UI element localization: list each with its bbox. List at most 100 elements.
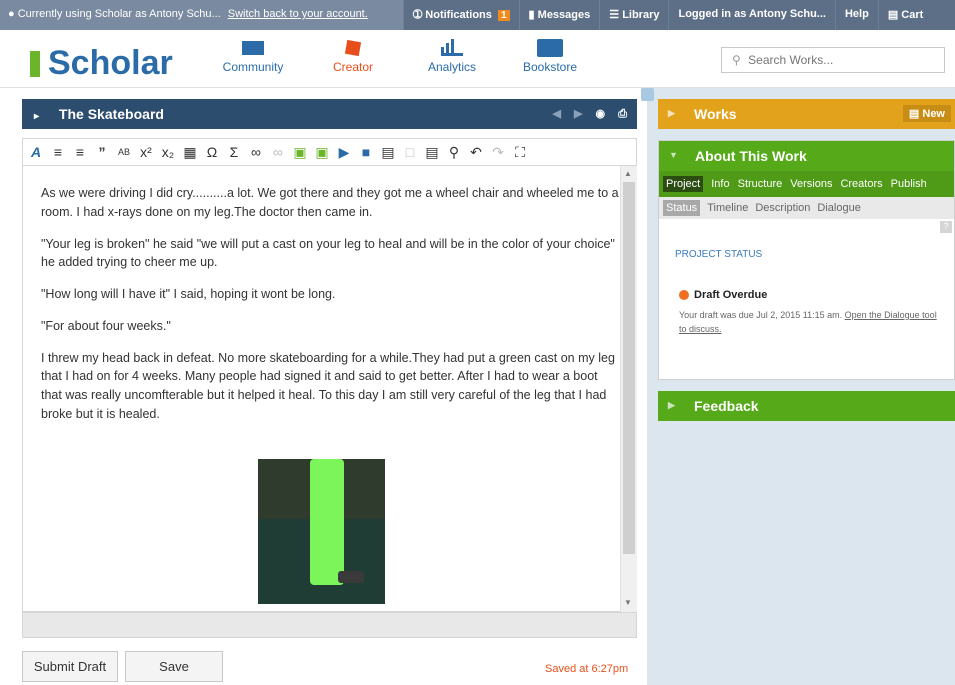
- audio-icon[interactable]: ▶: [337, 144, 351, 161]
- feedback-title: Feedback: [694, 398, 759, 414]
- nav-analytics-label: Analytics: [427, 60, 477, 74]
- nav-creator[interactable]: Creator: [308, 36, 398, 74]
- document-icon[interactable]: ■: [359, 144, 373, 160]
- photo-sandal: [338, 571, 364, 583]
- paragraph: "Your leg is broken" he said "we will pu…: [41, 236, 615, 270]
- blockquote-icon[interactable]: ”: [95, 144, 109, 160]
- tab-publish[interactable]: Publish: [891, 178, 927, 190]
- save-button[interactable]: Save: [125, 651, 223, 682]
- feedback-header[interactable]: ▶ Feedback: [658, 391, 955, 421]
- numbered-list-icon[interactable]: ≡: [51, 144, 65, 160]
- about-primary-tabs: Project Info Structure Versions Creators…: [659, 171, 954, 197]
- logo-mark: [30, 50, 40, 77]
- tab-structure[interactable]: Structure: [738, 178, 783, 190]
- nav-creator-label: Creator: [332, 60, 373, 74]
- tab-status[interactable]: Status: [663, 200, 701, 216]
- cart-button[interactable]: ▤ Cart: [877, 0, 932, 30]
- print-icon[interactable]: ⎙: [618, 108, 627, 120]
- draft-status: Draft Overdue: [679, 289, 767, 301]
- scroll-up-icon[interactable]: ▲: [624, 169, 632, 178]
- about-secondary-tabs: Status Timeline Description Dialogue: [659, 197, 954, 219]
- help-label: Help: [844, 8, 869, 20]
- editor-title-bar: ▸ The Skateboard ◀ ▶ ◉ ⎙: [22, 99, 637, 129]
- notifications-label: Notifications: [425, 9, 492, 21]
- unlink-icon[interactable]: ∞: [271, 144, 285, 160]
- search-icon: ⚲: [732, 53, 741, 67]
- table-icon[interactable]: ▦: [183, 144, 197, 161]
- redo-icon[interactable]: ↷: [491, 144, 505, 161]
- about-work-panel: ▼ About This Work Project Info Structure…: [658, 140, 955, 380]
- cast-photo-image[interactable]: [258, 459, 385, 604]
- scholar-logo[interactable]: Scholar: [30, 44, 173, 83]
- bullet-list-icon[interactable]: ≡: [73, 144, 87, 160]
- editor-status-strip: [22, 612, 637, 638]
- search-input[interactable]: [748, 53, 929, 67]
- help-button[interactable]: Help: [834, 0, 878, 30]
- search-replace-icon[interactable]: ⚲: [447, 144, 461, 161]
- analytics-icon: [441, 36, 463, 60]
- logged-in-label: Logged in as Antony Schu...: [678, 8, 826, 20]
- tab-info[interactable]: Info: [711, 178, 729, 190]
- paragraph: "How long will I have it" I said, hoping…: [41, 287, 336, 301]
- media-icon[interactable]: ▣: [315, 144, 329, 161]
- editor-scrollbar[interactable]: ▲ ▼: [620, 166, 637, 612]
- superscript-ab-icon[interactable]: AB: [117, 147, 131, 157]
- switch-account-link[interactable]: Switch back to your account.: [228, 8, 368, 20]
- library-button[interactable]: ☰ Library: [599, 0, 668, 30]
- paste-icon[interactable]: ▤: [381, 144, 395, 161]
- logo-text: Scholar: [48, 44, 173, 82]
- impersonation-banner: ● Currently using Scholar as Antony Schu…: [0, 0, 403, 30]
- paragraph: "For about four weeks.": [41, 318, 171, 333]
- info-icon: ➀: [413, 9, 423, 21]
- font-style-icon[interactable]: A: [29, 144, 43, 160]
- saved-status: Saved at 6:27pm: [545, 663, 629, 675]
- preview-eye-icon[interactable]: ◉: [596, 108, 606, 120]
- editor-content[interactable]: As we were driving I did cry..........a …: [22, 166, 637, 612]
- notifications-button[interactable]: ➀ Notifications 1: [403, 0, 519, 30]
- tab-description[interactable]: Description: [755, 202, 810, 214]
- superscript-icon[interactable]: x²: [139, 144, 153, 160]
- tab-dialogue[interactable]: Dialogue: [817, 202, 860, 214]
- library-icon: ☰: [609, 9, 620, 21]
- link-icon[interactable]: ∞: [249, 144, 263, 160]
- messages-button[interactable]: ▮ Messages: [518, 0, 600, 30]
- search-box[interactable]: ⚲: [721, 47, 945, 73]
- scroll-down-icon[interactable]: ▼: [624, 598, 632, 607]
- special-character-icon[interactable]: Ω: [205, 144, 219, 160]
- tab-versions[interactable]: Versions: [790, 178, 832, 190]
- clipboard-icon[interactable]: ▤: [425, 144, 439, 161]
- nav-analytics[interactable]: Analytics: [407, 36, 497, 74]
- works-header[interactable]: ▶ Works ▤ New: [658, 99, 955, 129]
- tab-timeline[interactable]: Timeline: [707, 202, 748, 214]
- nav-community[interactable]: Community: [208, 36, 298, 74]
- nav-community-label: Community: [222, 60, 284, 74]
- undo-icon[interactable]: ↶: [469, 144, 483, 161]
- draft-message-text: Your draft was due Jul 2, 2015 11:15 am.: [679, 310, 843, 320]
- creator-icon: [344, 36, 362, 60]
- nav-bookstore[interactable]: Bookstore: [505, 36, 595, 74]
- messages-label: Messages: [537, 9, 591, 21]
- submit-draft-button[interactable]: Submit Draft: [22, 651, 118, 682]
- tab-project[interactable]: Project: [663, 176, 704, 192]
- help-icon[interactable]: ?: [940, 221, 952, 233]
- next-icon[interactable]: ▶: [574, 108, 582, 120]
- fullscreen-icon[interactable]: ⛶: [513, 144, 527, 161]
- panel-divider-handle[interactable]: [641, 88, 654, 101]
- editor-text[interactable]: As we were driving I did cry..........a …: [41, 184, 621, 437]
- equation-icon[interactable]: Σ: [227, 144, 241, 160]
- collapse-arrow-icon[interactable]: ▸: [34, 111, 39, 122]
- prev-icon[interactable]: ◀: [552, 108, 560, 120]
- account-menu[interactable]: Logged in as Antony Schu...: [668, 0, 835, 30]
- top-nav: ➀ Notifications 1 ▮ Messages ☰ Library L…: [403, 0, 932, 30]
- image-icon[interactable]: ▣: [293, 144, 307, 161]
- copy-icon[interactable]: □: [403, 144, 417, 160]
- paragraph: I threw my head back in defeat. No more …: [41, 350, 615, 421]
- about-header[interactable]: ▼ About This Work: [659, 141, 954, 171]
- library-label: Library: [622, 9, 660, 21]
- tab-creators[interactable]: Creators: [840, 178, 882, 190]
- scrollbar-thumb[interactable]: [623, 182, 635, 554]
- new-work-button[interactable]: ▤ New: [902, 105, 951, 122]
- editor-title-controls: ◀ ▶ ◉ ⎙: [542, 107, 627, 121]
- subscript-icon[interactable]: x₂: [161, 144, 175, 160]
- works-panel: ▶ Works ▤ New: [658, 99, 955, 129]
